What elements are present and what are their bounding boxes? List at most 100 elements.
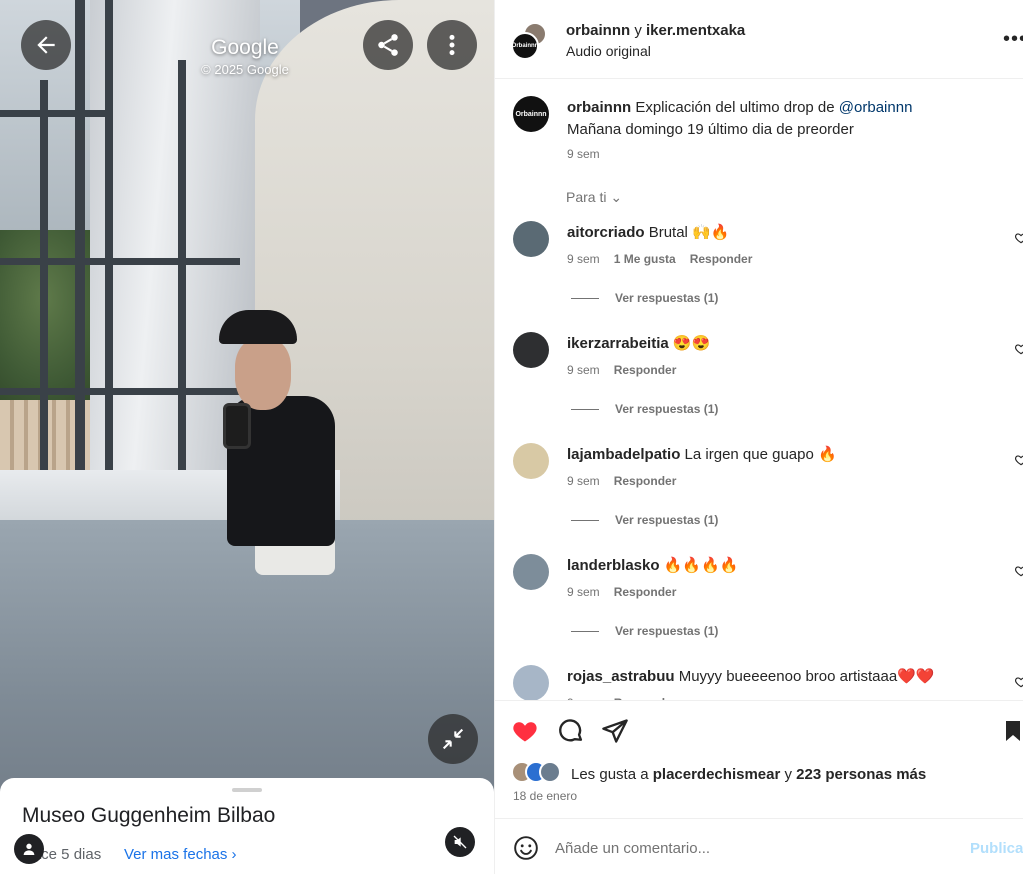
comment-filter-dropdown[interactable]: Para ti ⌄ <box>566 189 622 206</box>
place-panel: Museo Guggenheim Bilbao Hace 5 dias Ver … <box>0 778 494 874</box>
liker-username[interactable]: placerdechismear <box>653 766 781 783</box>
comment-meta: 9 sem 1 Me gusta Responder <box>567 252 766 266</box>
volume-off-icon <box>453 835 467 849</box>
reply-button[interactable]: Responder <box>614 474 677 488</box>
avatar[interactable] <box>513 554 549 590</box>
collapse-button[interactable] <box>428 714 478 764</box>
names-joiner: y <box>630 22 647 39</box>
avatar[interactable] <box>513 665 549 700</box>
view-replies-label: Ver respuestas (1) <box>615 402 719 416</box>
comment-meta: 9 sem Responder <box>567 363 690 377</box>
caption-mention[interactable]: @orbainnn <box>839 99 913 116</box>
share-button[interactable] <box>363 20 413 70</box>
audio-link[interactable]: Audio original <box>566 43 651 59</box>
comment-time: 9 sem <box>567 474 600 488</box>
reply-button[interactable]: Responder <box>614 363 677 377</box>
comment-like-icon[interactable] <box>1014 342 1023 356</box>
view-replies-button[interactable]: Ver respuestas (1) <box>571 402 718 416</box>
video-frame <box>0 0 494 874</box>
more-vert-icon <box>449 34 455 56</box>
caption-line-2: Mañana domingo 19 último dia de preorder <box>567 121 854 138</box>
like-heart-icon[interactable] <box>511 717 539 745</box>
author-avatars[interactable]: Orbainnn <box>511 22 549 60</box>
avatar: Orbainnn <box>511 32 539 60</box>
comment-item: lajambadelpatio La irgen que guapo 🔥 9 se… <box>495 443 1023 554</box>
coauthor-username[interactable]: iker.mentxaka <box>646 22 745 39</box>
comment-username[interactable]: landerblasko <box>567 557 660 574</box>
video-pane[interactable]: Google © 2025 Google Museo Guggenheim Bi… <box>0 0 494 874</box>
view-replies-label: Ver respuestas (1) <box>615 291 719 305</box>
avatar[interactable] <box>513 443 549 479</box>
comment-body: Brutal 🙌🔥 <box>644 224 730 241</box>
comment-like-icon[interactable] <box>1014 564 1023 578</box>
comment-text: landerblasko 🔥🔥🔥🔥 <box>567 556 738 574</box>
likes-count[interactable]: 223 personas más <box>796 766 926 783</box>
avatar[interactable] <box>513 221 549 257</box>
view-replies-button[interactable]: Ver respuestas (1) <box>571 513 718 527</box>
caption-text: orbainnn Explicación del ultimo drop de … <box>567 99 912 116</box>
view-replies-button[interactable]: Ver respuestas (1) <box>571 291 718 305</box>
likes-joiner: y <box>780 766 797 783</box>
comment-username[interactable]: lajambadelpatio <box>567 446 680 463</box>
person-pin-button[interactable] <box>14 834 44 864</box>
comment-text: rojas_astrabuu Muyyy bueeeenoo broo arti… <box>567 667 935 685</box>
comment-text: lajambadelpatio La irgen que guapo 🔥 <box>567 445 837 463</box>
caption-username[interactable]: orbainnn <box>567 99 631 116</box>
copyright-text: © 2025 Google <box>201 62 289 77</box>
comment-input[interactable] <box>555 833 935 863</box>
post-options-button[interactable]: ••• <box>1003 28 1023 51</box>
place-name: Museo Guggenheim Bilbao <box>22 804 276 827</box>
bookmark-icon[interactable] <box>1001 717 1023 745</box>
likes-prefix: Les gusta a <box>571 766 653 783</box>
comment-body: 😍😍 <box>668 335 711 352</box>
likes-summary[interactable]: Les gusta a placerdechismear y 223 perso… <box>571 766 926 783</box>
more-options-button[interactable] <box>427 20 477 70</box>
post-pane: Orbainnn orbainnn y iker.mentxaka Audio … <box>494 0 1023 874</box>
post-actions: Les gusta a placerdechismear y 223 perso… <box>495 700 1023 818</box>
more-dates-link[interactable]: Ver mas fechas › <box>124 846 237 863</box>
comment-like-icon[interactable] <box>1014 453 1023 467</box>
google-logo: Google <box>211 36 279 59</box>
liker-avatars[interactable] <box>511 761 571 783</box>
author-username[interactable]: orbainnn <box>566 22 630 39</box>
comment-text: aitorcriado Brutal 🙌🔥 <box>567 223 729 241</box>
drag-handle[interactable] <box>232 788 262 792</box>
view-replies-button[interactable]: Ver respuestas (1) <box>571 624 718 638</box>
comment-username[interactable]: rojas_astrabuu <box>567 668 675 685</box>
comment-time: 9 sem <box>567 252 600 266</box>
avatar[interactable]: Orbainnn <box>513 96 549 132</box>
comment-meta: 9 sem Responder <box>567 474 690 488</box>
post-header: Orbainnn orbainnn y iker.mentxaka Audio … <box>495 0 1023 79</box>
emoji-icon[interactable] <box>513 835 539 861</box>
reply-button[interactable]: Responder <box>614 585 677 599</box>
view-replies-label: Ver respuestas (1) <box>615 624 719 638</box>
mute-button[interactable] <box>445 827 475 857</box>
caption-time: 9 sem <box>567 147 600 161</box>
comment-body: La irgen que guapo 🔥 <box>680 446 837 463</box>
collapse-icon <box>442 728 464 750</box>
comment-item: landerblasko 🔥🔥🔥🔥 9 sem Responder Ver respu… <box>495 554 1023 665</box>
comments-scroll[interactable]: Orbainnn orbainnn Explicación del ultimo… <box>495 80 1023 700</box>
comment-composer: Publicar <box>495 818 1023 874</box>
comment-bubble-icon[interactable] <box>557 717 585 745</box>
avatar[interactable] <box>513 332 549 368</box>
comment-time: 9 sem <box>567 585 600 599</box>
screen: Google © 2025 Google Museo Guggenheim Bi… <box>0 0 1023 874</box>
comment-likes[interactable]: 1 Me gusta <box>614 252 676 266</box>
reply-button[interactable]: Responder <box>690 252 753 266</box>
person-pin-icon <box>23 843 35 855</box>
author-names: orbainnn y iker.mentxaka <box>566 22 745 39</box>
comment-item: aitorcriado Brutal 🙌🔥 9 sem 1 Me gusta Resp… <box>495 221 1023 332</box>
view-replies-label: Ver respuestas (1) <box>615 513 719 527</box>
share-plane-icon[interactable] <box>601 717 629 745</box>
caption-body: Explicación del ultimo drop de <box>631 99 839 116</box>
publish-button[interactable]: Publicar <box>970 840 1023 857</box>
comment-username[interactable]: aitorcriado <box>567 224 645 241</box>
comment-time: 9 sem <box>567 363 600 377</box>
comment-username[interactable]: ikerzarrabeitia <box>567 335 669 352</box>
comment-like-icon[interactable] <box>1014 231 1023 245</box>
comment-item: rojas_astrabuu Muyyy bueeeenoo broo arti… <box>495 665 1023 700</box>
comment-like-icon[interactable] <box>1014 675 1023 689</box>
comment-item: ikerzarrabeitia 😍😍 9 sem Responder Ver resp… <box>495 332 1023 443</box>
back-button[interactable] <box>21 20 71 70</box>
